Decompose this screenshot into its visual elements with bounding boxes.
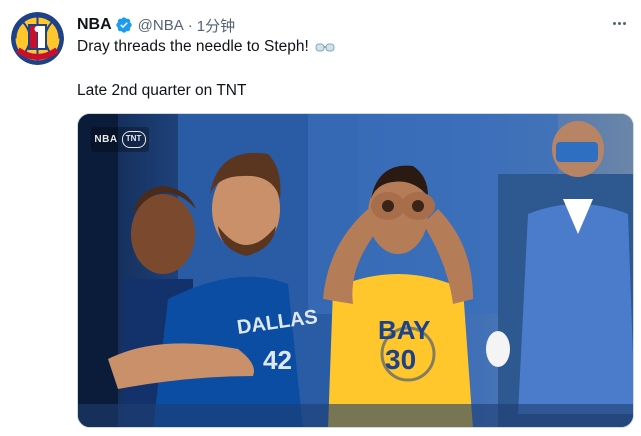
- separator-dot: ·: [187, 16, 193, 34]
- video-frame-image: DALLAS 42 BAY 30: [78, 114, 633, 427]
- author-name[interactable]: NBA: [77, 16, 112, 34]
- tweet-text-line2: Late 2nd quarter on TNT: [77, 82, 247, 99]
- timestamp[interactable]: 1分钟: [197, 15, 235, 36]
- tweet-header: NBA @NBA · 1分钟: [77, 14, 235, 36]
- broadcast-bug: NBA TNT: [91, 127, 149, 152]
- verified-badge-icon: [115, 16, 133, 34]
- broadcast-bug-league: NBA: [94, 134, 118, 145]
- author-handle[interactable]: @NBA: [138, 17, 184, 34]
- broadcast-bug-network: TNT: [121, 131, 146, 148]
- more-options-icon[interactable]: [607, 12, 631, 34]
- tweet-text: Dray threads the needle to Steph!: [77, 38, 309, 55]
- tweet-media[interactable]: DALLAS 42 BAY 30 NBA TNT: [77, 113, 634, 428]
- nba-logo-icon: [11, 12, 64, 65]
- avatar[interactable]: [11, 12, 64, 65]
- goggles-emoji-icon: [315, 41, 335, 53]
- tweet-text-line1: Dray threads the needle to Steph!: [77, 38, 335, 56]
- jersey-left-number: 42: [263, 345, 292, 375]
